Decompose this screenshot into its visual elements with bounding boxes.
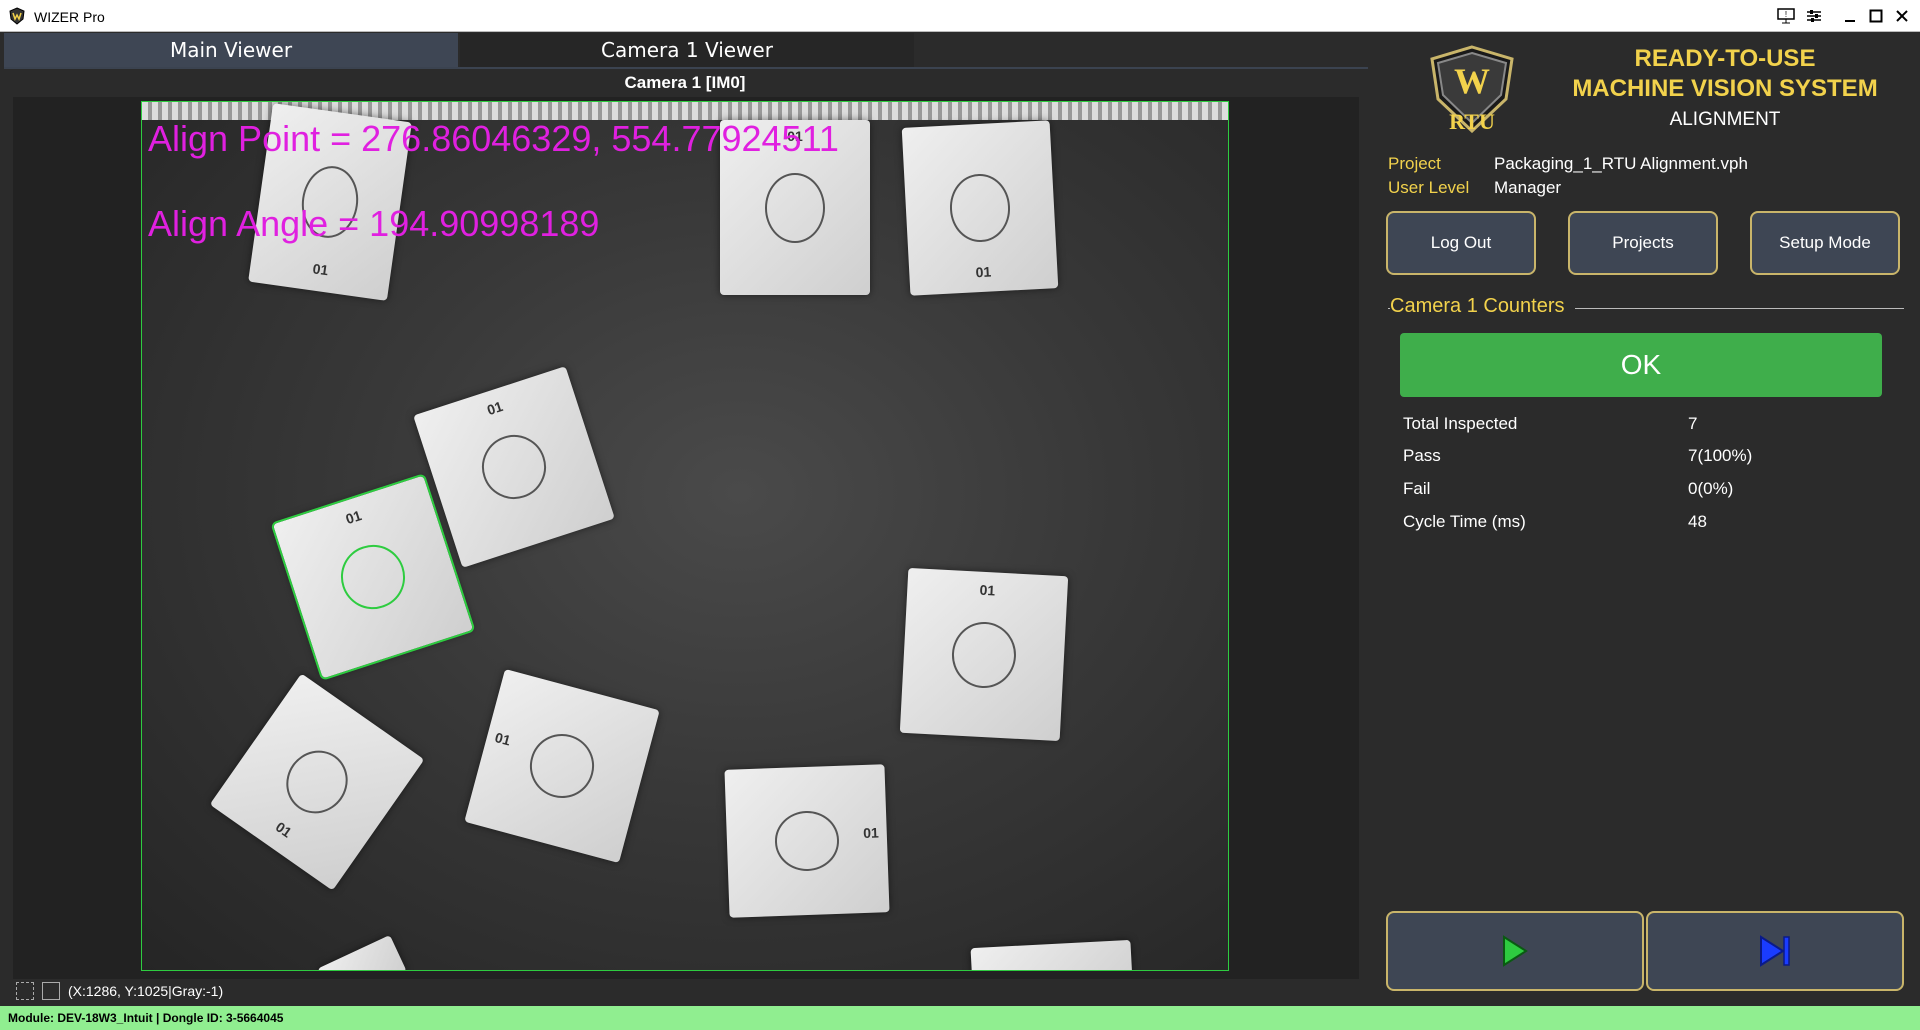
- counter-value: 0(0%): [1688, 479, 1734, 498]
- align-angle-text: Align Angle = 194.90998189: [148, 203, 600, 244]
- status-bar: Module: DEV-18W3_Intuit | Dongle ID: 3-5…: [0, 1006, 1920, 1030]
- monitor-icon[interactable]: !: [1772, 4, 1800, 28]
- package-seal: [765, 172, 825, 243]
- package-seal: [950, 619, 1018, 690]
- single-step-button[interactable]: [1646, 911, 1904, 991]
- package: [317, 934, 407, 970]
- counter-label: Pass: [1403, 446, 1441, 465]
- counter-label: Fail: [1403, 479, 1431, 498]
- package: 01: [209, 673, 425, 891]
- counters-title: Camera 1 Counters: [1390, 295, 1575, 318]
- package: 01: [464, 668, 660, 864]
- run-button[interactable]: [1386, 911, 1644, 991]
- settings-icon[interactable]: [1800, 4, 1828, 28]
- step-forward-icon: [1760, 935, 1790, 967]
- brand-line-3: ALIGNMENT: [1669, 109, 1781, 130]
- counter-label: Cycle Time (ms): [1403, 512, 1526, 531]
- app-shield-icon: [9, 7, 25, 25]
- svg-text:RTU: RTU: [1449, 109, 1495, 133]
- package-seal: [948, 172, 1012, 244]
- package: 01: [899, 567, 1069, 742]
- counter-value: 7: [1688, 414, 1698, 433]
- image-icon[interactable]: [42, 982, 60, 1000]
- viewer-tabs: Main Viewer Camera 1 Viewer: [4, 33, 1368, 69]
- package: 01: [724, 764, 890, 918]
- package: [970, 939, 1134, 970]
- counter-value: 7(100%): [1688, 446, 1753, 465]
- window-title: WIZER Pro: [34, 9, 105, 25]
- fit-screen-icon[interactable]: [16, 982, 34, 1000]
- play-icon: [1503, 935, 1528, 967]
- log-out-button[interactable]: Log Out: [1386, 211, 1536, 275]
- svg-text:!: !: [1785, 10, 1787, 19]
- close-icon[interactable]: [1888, 4, 1916, 28]
- package-number: 01: [975, 263, 992, 281]
- package-seal: [332, 536, 414, 618]
- tab-main-viewer[interactable]: Main Viewer: [4, 33, 458, 67]
- package-number: 01: [484, 398, 505, 419]
- brand-line-2: MACHINE VISION SYSTEM: [1572, 75, 1878, 102]
- counter-value: 48: [1688, 512, 1707, 531]
- user-level-label: User Level: [1388, 178, 1470, 197]
- rtu-logo-icon: W RTU: [1430, 45, 1514, 133]
- svg-text:W: W: [1454, 61, 1490, 101]
- brand-line-1: READY-TO-USE: [1634, 45, 1816, 72]
- camera-viewer[interactable]: 01 01 01 01 01 01 01 01 01 Align Point =…: [13, 97, 1359, 979]
- camera-title: Camera 1 [IM0]: [624, 73, 746, 92]
- project-label: Project: [1388, 154, 1441, 173]
- title-bar: WIZER Pro !: [0, 0, 1920, 32]
- package-number: 01: [979, 581, 996, 599]
- package-number: 01: [343, 507, 364, 528]
- minimize-icon[interactable]: [1836, 4, 1864, 28]
- counter-label: Total Inspected: [1403, 414, 1518, 433]
- user-level-value: Manager: [1494, 178, 1562, 197]
- align-point-text: Align Point = 276.86046329, 554.77924511: [148, 118, 839, 159]
- tab-camera-1-viewer[interactable]: Camera 1 Viewer: [460, 33, 914, 67]
- package: 01: [901, 120, 1059, 296]
- package-number: 01: [862, 824, 880, 842]
- package-seal: [274, 738, 360, 826]
- coordinate-readout: (X:1286, Y:1025|Gray:-1): [68, 983, 224, 999]
- project-value: Packaging_1_RTU Alignment.vph: [1494, 154, 1748, 173]
- left-panel: Main Viewer Camera 1 Viewer Camera 1 [IM…: [0, 33, 1370, 1006]
- setup-mode-button[interactable]: Setup Mode: [1750, 211, 1900, 275]
- projects-button[interactable]: Projects: [1568, 211, 1718, 275]
- package-seal: [473, 426, 555, 508]
- camera-image[interactable]: 01 01 01 01 01 01 01 01 01 Align Point =…: [141, 101, 1229, 971]
- coordinate-status: (X:1286, Y:1025|Gray:-1): [16, 979, 223, 1003]
- inspection-status-badge: OK: [1400, 333, 1882, 397]
- maximize-icon[interactable]: [1862, 4, 1890, 28]
- package-number: 01: [311, 260, 330, 279]
- right-panel: W RTU READY-TO-USE MACHINE VISION SYSTEM…: [1370, 33, 1920, 1006]
